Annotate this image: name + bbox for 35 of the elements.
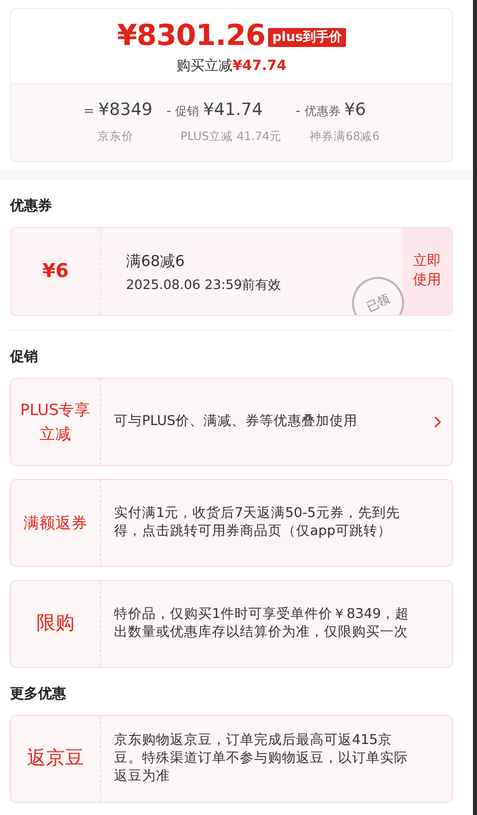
scrollbar[interactable] — [473, 0, 477, 815]
price-amount: ¥8349 — [98, 99, 152, 122]
promo-card[interactable]: 返京豆 京东购物返京豆，订单完成后最高可返415京豆。特殊渠道订单不参与购物返豆，以订单实际返豆为准 — [10, 714, 453, 803]
promo-label: 限购 — [11, 580, 101, 667]
price-amount: ¥41.74 — [203, 99, 263, 122]
coupon-value: ¥6 — [11, 228, 101, 315]
use-now-button[interactable]: 立即使用 — [402, 228, 452, 315]
price-label: 优惠券 — [304, 103, 340, 120]
chevron-right-icon[interactable] — [434, 416, 440, 428]
section-title: 更多优惠 — [10, 684, 67, 704]
promo-card[interactable]: 限购 特价品，仅购买1件时可享受单件价￥8349，超出数量或优惠库存以结算价为准，仅限购买一次 — [10, 580, 453, 668]
promo-text: 特价品，仅购买1件时可享受单件价￥8349，超出数量或优惠库存以结算价为准，仅限购买一次 — [113, 605, 410, 642]
saving-text: 购买立减¥47.74 — [175, 57, 288, 76]
price-note: 神券满68减6 — [308, 128, 380, 144]
promo-label: 返京豆 — [11, 716, 101, 802]
promo-card[interactable]: PLUS专享立减 可与PLUS价、满减、券等优惠叠加使用 — [10, 378, 453, 466]
promo-text: 可与PLUS价、满减、券等优惠叠加使用 — [113, 412, 358, 431]
promo-text: 实付满1元，收货后7天返满50-5元券，先到先得，点击跳转可用券商品页（仅app可跳转） — [113, 504, 401, 541]
price-note: PLUS立减 41.74元 — [179, 128, 282, 144]
section-title: 优惠券 — [10, 196, 53, 216]
operator: = — [83, 103, 94, 121]
promo-label: PLUS专享立减 — [11, 378, 101, 465]
operator: - — [166, 103, 172, 121]
promo-card[interactable]: 满额返券 实付满1元，收货后7天返满50-5元券，先到先得，点击跳转可用券商品页（仅app可跳转） — [10, 478, 453, 567]
price-tag: plus到手价 — [268, 28, 346, 47]
price-amount: ¥6 — [344, 99, 366, 122]
final-price: ¥8301.26 — [116, 18, 266, 52]
operator: - — [296, 103, 300, 121]
promo-text: 京东购物返京豆，订单完成后最高可返415京豆。特殊渠道订单不参与购物返豆，以订单实际返豆为准 — [113, 731, 409, 786]
coupon-condition: 满68减6 — [126, 250, 186, 272]
promo-label: 满额返券 — [11, 480, 101, 566]
price-label: 促销 — [175, 103, 200, 120]
price-note: 京东价 — [96, 128, 134, 144]
coupon-validity: 2025.08.06 23:59前有效 — [126, 277, 282, 296]
section-title: 促销 — [10, 348, 39, 367]
